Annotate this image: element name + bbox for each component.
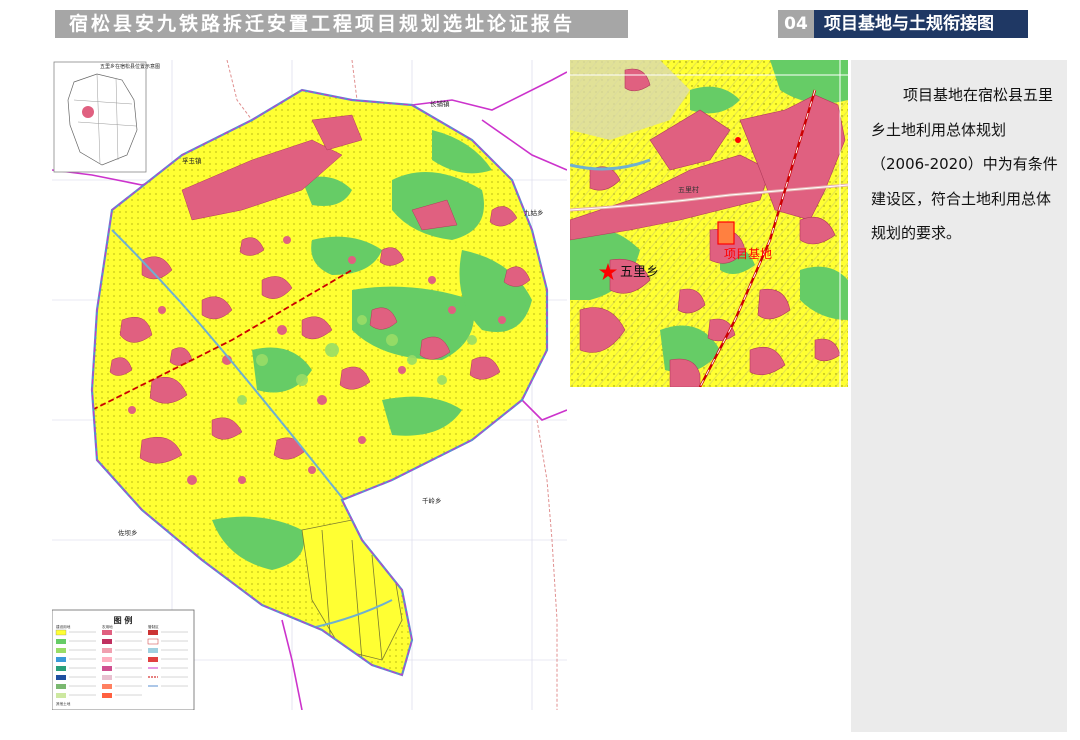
description-panel: 项目基地在宿松县五里乡土地利用总体规划（2006-2020）中为有条件建设区，符… <box>851 60 1067 732</box>
report-title: 宿松县安九铁路拆迁安置工程项目规划选址论证报告 <box>69 13 576 35</box>
legend-group-control: 管制区 <box>148 624 159 629</box>
locator-caption: 五里乡在宿松县位置示意图 <box>100 63 160 70</box>
legend-group-farmland: 农用地 <box>102 624 113 629</box>
project-site-label: 项目基地 <box>724 247 772 261</box>
village-label: 五里村 <box>678 185 699 194</box>
township-label: 五里乡 <box>620 265 659 280</box>
legend-group-construction: 建设用地 <box>56 624 71 629</box>
place-label-qianling: 千岭乡 <box>422 496 442 505</box>
map-legend <box>52 609 195 710</box>
place-label-fuyu: 孚玉镇 <box>182 156 202 165</box>
township-land-use-map: 五里乡在宿松县位置示意图 长铺镇 孚玉镇 九姑乡 千岭乡 佐坝乡 图 例 建设用… <box>52 60 567 710</box>
description-text: 项目基地在宿松县五里乡土地利用总体规划（2006-2020）中为有条件建设区，符… <box>871 86 1058 242</box>
project-site-inset-map: 五里乡 五里村 项目基地 <box>570 60 848 387</box>
place-label-zuoba: 佐坝乡 <box>118 528 138 537</box>
report-title-bar: 宿松县安九铁路拆迁安置工程项目规划选址论证报告 <box>55 10 628 38</box>
legend-title: 图 例 <box>114 615 133 625</box>
legend-group-other: 其他土地 <box>56 701 71 706</box>
section-header: 04 项目基地与土规衔接图 <box>778 10 1028 38</box>
section-title: 项目基地与土规衔接图 <box>814 10 1028 38</box>
locator-map <box>53 61 147 173</box>
place-label-changpu: 长铺镇 <box>430 99 450 108</box>
section-number: 04 <box>778 10 814 38</box>
place-label-jiugu: 九姑乡 <box>524 208 544 217</box>
